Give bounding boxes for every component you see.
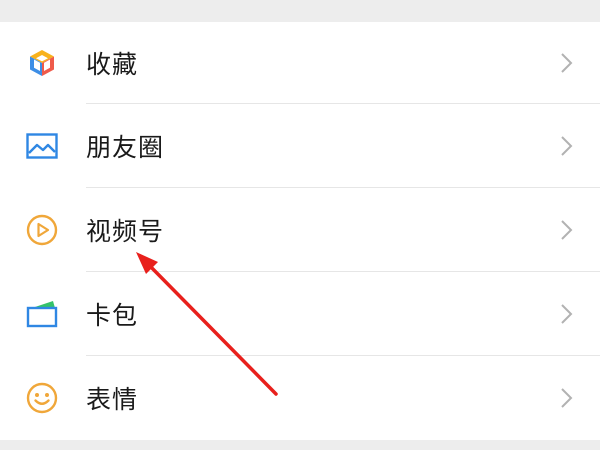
channels-play-icon	[24, 212, 60, 248]
menu-item-stickers[interactable]: 表情	[0, 356, 600, 440]
menu-item-label: 朋友圈	[86, 133, 165, 162]
chevron-right-icon	[561, 53, 573, 73]
sticker-smiley-icon	[24, 380, 60, 416]
menu-item-card-wallet[interactable]: 卡包	[0, 272, 600, 356]
moments-picture-icon	[24, 128, 60, 164]
menu-item-label: 卡包	[86, 301, 139, 330]
card-wallet-icon	[24, 296, 60, 332]
menu-list: 收藏 朋友圈 视频号 卡包 表情	[0, 22, 600, 440]
me-page-screen: 收藏 朋友圈 视频号 卡包 表情	[0, 0, 600, 450]
favorites-cube-icon	[24, 45, 60, 81]
menu-item-label: 收藏	[86, 50, 139, 79]
menu-item-label: 视频号	[86, 217, 165, 246]
menu-item-label: 表情	[86, 385, 139, 414]
chevron-right-icon	[561, 388, 573, 408]
chevron-right-icon	[561, 220, 573, 240]
menu-item-favorites[interactable]: 收藏	[0, 22, 600, 104]
chevron-right-icon	[561, 304, 573, 324]
menu-item-moments[interactable]: 朋友圈	[0, 104, 600, 188]
menu-item-channels[interactable]: 视频号	[0, 188, 600, 272]
chevron-right-icon	[561, 136, 573, 156]
